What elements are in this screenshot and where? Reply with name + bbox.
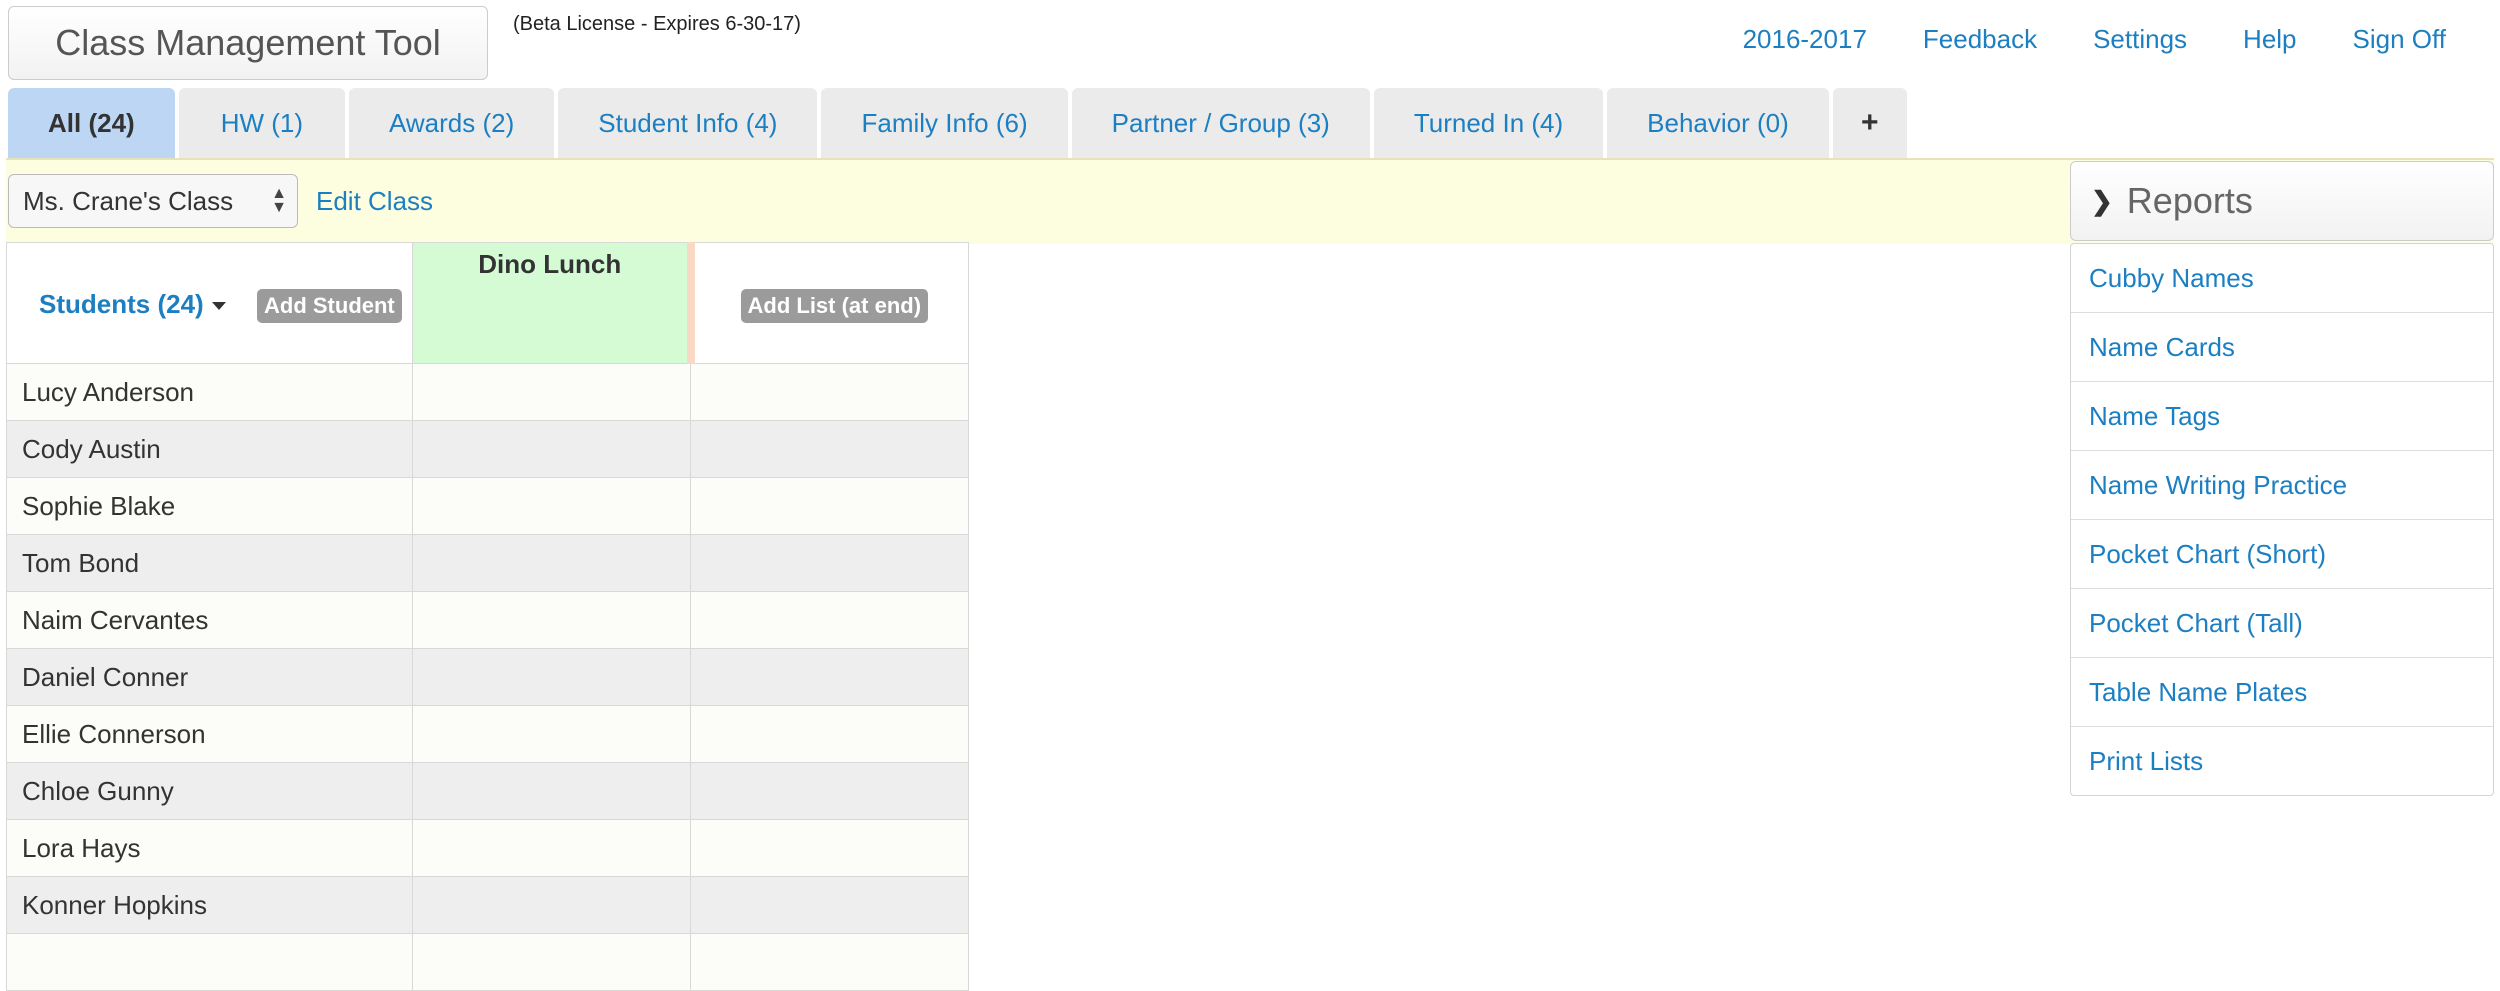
table-row	[6, 933, 969, 991]
empty-cell	[690, 705, 969, 763]
student-name[interactable]: Sophie Blake	[6, 477, 413, 535]
select-arrows-icon: ▲ ▼	[271, 185, 287, 216]
list-title: Dino Lunch	[478, 249, 622, 279]
list-cell[interactable]	[412, 591, 691, 649]
add-list-column-header: Add List (at end)	[690, 242, 969, 364]
plus-icon: +	[1861, 106, 1879, 139]
tab-awards[interactable]: Awards (2)	[349, 88, 555, 158]
nav-help[interactable]: Help	[2243, 24, 2296, 55]
caret-down-icon	[211, 302, 226, 311]
empty-cell	[690, 534, 969, 592]
reports-list: Cubby Names Name Cards Name Tags Name Wr…	[2070, 243, 2494, 796]
student-name[interactable]: Cody Austin	[6, 420, 413, 478]
report-pocket-chart-short[interactable]: Pocket Chart (Short)	[2071, 520, 2493, 589]
tab-bar: All (24) HW (1) Awards (2) Student Info …	[8, 88, 1907, 158]
table-row: Lora Hays	[6, 819, 969, 877]
nav-feedback[interactable]: Feedback	[1923, 24, 2037, 55]
list-cell[interactable]	[412, 477, 691, 535]
tab-student-info[interactable]: Student Info (4)	[558, 88, 818, 158]
student-name[interactable]: Daniel Conner	[6, 648, 413, 706]
report-table-name-plates[interactable]: Table Name Plates	[2071, 658, 2493, 727]
empty-cell	[690, 477, 969, 535]
nav-sign-off[interactable]: Sign Off	[2353, 24, 2446, 55]
reports-panel: ❯ Reports Cubby Names Name Cards Name Ta…	[2070, 161, 2494, 796]
students-dropdown[interactable]: Students (24)	[39, 289, 226, 320]
student-name[interactable]: Chloe Gunny	[6, 762, 413, 820]
student-name[interactable]	[6, 933, 413, 991]
tab-family-info[interactable]: Family Info (6)	[821, 88, 1068, 158]
empty-cell	[690, 819, 969, 877]
list-cell[interactable]	[412, 876, 691, 934]
empty-cell	[690, 762, 969, 820]
list-cell[interactable]	[412, 819, 691, 877]
report-print-lists[interactable]: Print Lists	[2071, 727, 2493, 795]
tab-all[interactable]: All (24)	[8, 88, 175, 158]
class-select[interactable]: Ms. Crane's Class ▲ ▼	[8, 174, 298, 228]
reports-title: Reports	[2126, 180, 2253, 221]
tab-behavior[interactable]: Behavior (0)	[1607, 88, 1829, 158]
student-name[interactable]: Ellie Connerson	[6, 705, 413, 763]
table-row: Tom Bond	[6, 534, 969, 592]
report-pocket-chart-tall[interactable]: Pocket Chart (Tall)	[2071, 589, 2493, 658]
list-cell[interactable]	[412, 933, 691, 991]
student-name[interactable]: Naim Cervantes	[6, 591, 413, 649]
report-name-writing-practice[interactable]: Name Writing Practice	[2071, 451, 2493, 520]
table-row: Cody Austin	[6, 420, 969, 478]
app-title[interactable]: Class Management Tool	[8, 6, 488, 80]
table-row: Daniel Conner	[6, 648, 969, 706]
student-list-table: Students (24) Add Student Dino Lunch Add…	[6, 242, 969, 991]
table-row: Lucy Anderson	[6, 363, 969, 421]
report-name-cards[interactable]: Name Cards	[2071, 313, 2493, 382]
table-row: Naim Cervantes	[6, 591, 969, 649]
table-row: Chloe Gunny	[6, 762, 969, 820]
add-list-button[interactable]: Add List (at end)	[740, 289, 929, 323]
tab-turned-in[interactable]: Turned In (4)	[1373, 88, 1604, 158]
chevron-right-icon: ❯	[2091, 185, 2113, 216]
add-tab-button[interactable]: +	[1832, 88, 1907, 158]
license-notice: (Beta License - Expires 6-30-17)	[513, 13, 801, 35]
list-column-header[interactable]: Dino Lunch	[412, 242, 695, 364]
list-cell[interactable]	[412, 363, 691, 421]
edit-class-link[interactable]: Edit Class	[316, 186, 433, 217]
empty-cell	[690, 363, 969, 421]
top-nav: 2016-2017 Feedback Settings Help Sign Of…	[1743, 24, 2446, 55]
list-cell[interactable]	[412, 762, 691, 820]
list-cell[interactable]	[412, 420, 691, 478]
student-name[interactable]: Konner Hopkins	[6, 876, 413, 934]
students-column-header: Students (24) Add Student	[6, 242, 413, 364]
list-cell[interactable]	[412, 648, 691, 706]
student-name[interactable]: Tom Bond	[6, 534, 413, 592]
report-cubby-names[interactable]: Cubby Names	[2071, 244, 2493, 313]
nav-settings[interactable]: Settings	[2093, 24, 2187, 55]
list-cell[interactable]	[412, 705, 691, 763]
tab-hw[interactable]: HW (1)	[178, 88, 346, 158]
table-row: Konner Hopkins	[6, 876, 969, 934]
list-cell[interactable]	[412, 534, 691, 592]
tab-partner-group[interactable]: Partner / Group (3)	[1071, 88, 1370, 158]
reports-toggle[interactable]: ❯ Reports	[2070, 161, 2494, 241]
student-name[interactable]: Lora Hays	[6, 819, 413, 877]
report-name-tags[interactable]: Name Tags	[2071, 382, 2493, 451]
student-name[interactable]: Lucy Anderson	[6, 363, 413, 421]
empty-cell	[690, 933, 969, 991]
nav-school-year[interactable]: 2016-2017	[1743, 24, 1867, 55]
class-select-value: Ms. Crane's Class	[23, 185, 234, 216]
empty-cell	[690, 648, 969, 706]
empty-cell	[690, 420, 969, 478]
table-row: Ellie Connerson	[6, 705, 969, 763]
add-student-button[interactable]: Add Student	[257, 289, 402, 323]
table-row: Sophie Blake	[6, 477, 969, 535]
empty-cell	[690, 591, 969, 649]
empty-cell	[690, 876, 969, 934]
